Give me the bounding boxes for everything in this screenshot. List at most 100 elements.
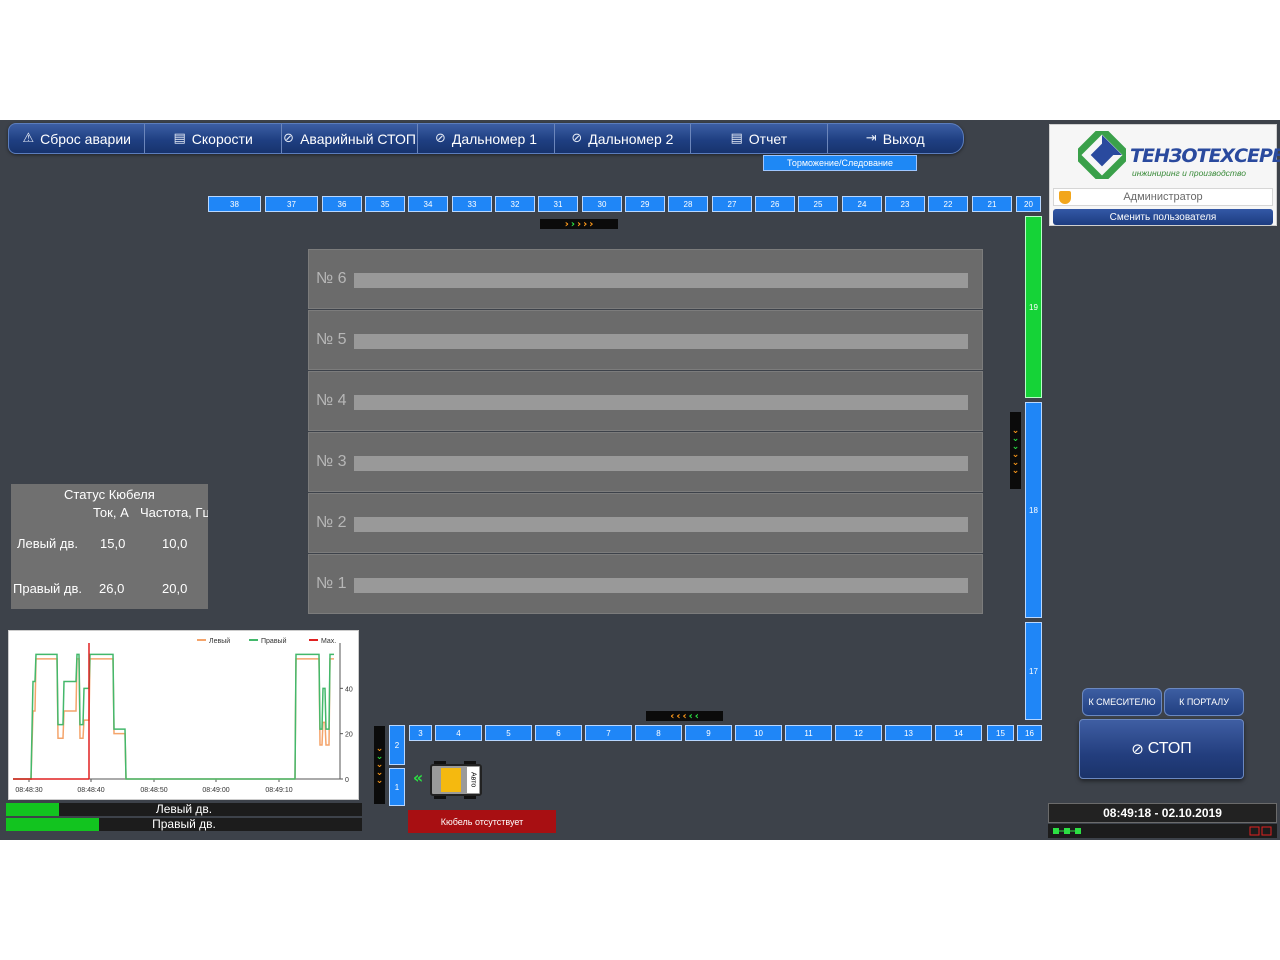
right-motor-bar: Правый дв. xyxy=(6,818,362,831)
track-segment-13[interactable]: 13 xyxy=(885,725,932,741)
chart-legend-label: Max. xyxy=(321,638,336,645)
right-motor-frequency: 20,0 xyxy=(162,581,188,596)
track-segment-30[interactable]: 30 xyxy=(582,196,622,212)
logo-panel: ТЕНЗОТЕХСЕРВИС инжиниринг и производство… xyxy=(1049,124,1280,226)
stop-label: СТОП xyxy=(1147,740,1192,757)
track-segment-14[interactable]: 14 xyxy=(935,725,982,741)
rangefinder-1-button[interactable]: ⊘ Дальномер 1 xyxy=(418,124,555,153)
track-segment-32[interactable]: 32 xyxy=(495,196,535,212)
track-segment-5[interactable]: 5 xyxy=(485,725,532,741)
track-segment-21[interactable]: 21 xyxy=(972,196,1012,212)
status-bar xyxy=(1048,824,1277,838)
track-segment-22[interactable]: 22 xyxy=(928,196,968,212)
track-segment-25[interactable]: 25 xyxy=(798,196,838,212)
track-segment-19[interactable]: 19 xyxy=(1025,216,1042,398)
track-segment-16[interactable]: 16 xyxy=(1017,725,1042,741)
track-segment-9[interactable]: 9 xyxy=(685,725,732,741)
rangefinder-2-button[interactable]: ⊘ Дальномер 2 xyxy=(555,124,692,153)
track-segment-6[interactable]: 6 xyxy=(535,725,582,741)
speeds-button[interactable]: ▤ Скорости xyxy=(145,124,282,153)
storage-cell[interactable]: № 6 xyxy=(308,249,983,309)
track-segment-8[interactable]: 8 xyxy=(635,725,682,741)
kubel-absent-status: Кюбель отсутствует xyxy=(408,810,556,833)
track-segment-20[interactable]: 20 xyxy=(1016,196,1041,212)
track-segment-18[interactable]: 18 xyxy=(1025,402,1042,618)
track-segment-35[interactable]: 35 xyxy=(365,196,405,212)
storage-cell[interactable]: № 3 xyxy=(308,432,983,492)
exit-button[interactable]: ⇥ Выход xyxy=(828,124,963,153)
cell-fill-bar xyxy=(354,334,968,349)
track-segment-37[interactable]: 37 xyxy=(265,196,318,212)
track-segment-33[interactable]: 33 xyxy=(452,196,492,212)
warning-icon: ⚠ xyxy=(22,131,35,146)
track-segment-1[interactable]: 1 xyxy=(389,768,405,806)
cell-fill-bar xyxy=(354,517,968,532)
emergency-stop-button[interactable]: ⊘ Аварийный СТОП xyxy=(282,124,419,153)
logo-subtitle: инжиниринг и производство xyxy=(1132,168,1246,178)
right-direction-arrows: ⌄ ⌄ ⌄ ⌄ ⌄ ⌄ xyxy=(1010,412,1021,489)
track-segment-28[interactable]: 28 xyxy=(668,196,708,212)
exit-label: Выход xyxy=(882,130,925,147)
cell-fill-bar xyxy=(354,395,968,410)
user-name: Администратор xyxy=(1123,191,1203,203)
left-motor-current: 15,0 xyxy=(100,536,126,551)
track-segment-3[interactable]: 3 xyxy=(409,725,432,741)
track-segment-11[interactable]: 11 xyxy=(785,725,832,741)
track-segment-10[interactable]: 10 xyxy=(735,725,782,741)
reset-alarm-label: Сброс аварии xyxy=(40,130,131,147)
left-direction-arrows: ⌄ ⌄ ⌄ ⌄ ⌄ xyxy=(374,726,385,804)
track-segment-17[interactable]: 17 xyxy=(1025,622,1042,720)
track-segment-23[interactable]: 23 xyxy=(885,196,925,212)
alarm-icon xyxy=(1249,826,1272,836)
track-segment-36[interactable]: 36 xyxy=(322,196,362,212)
track-segment-2[interactable]: 2 xyxy=(389,725,405,765)
stop-icon: ⊘ xyxy=(1131,740,1144,758)
track-segment-29[interactable]: 29 xyxy=(625,196,665,212)
cart[interactable]: Авто xyxy=(430,761,482,799)
speeds-label: Скорости xyxy=(191,130,253,147)
track-segment-15[interactable]: 15 xyxy=(987,725,1014,741)
motor-chart: 0 20 40 08:48:30 08:48:40 08:48:50 08:49:00 08:… xyxy=(8,630,359,800)
logo-title: ТЕНЗОТЕХСЕРВИС xyxy=(1130,145,1280,167)
brake-follow-button[interactable]: Торможение/Следование xyxy=(763,155,917,171)
track-segment-12[interactable]: 12 xyxy=(835,725,882,741)
datetime-display: 08:49:18 - 02.10.2019 xyxy=(1048,803,1277,823)
to-portal-button[interactable]: К ПОРТАЛУ xyxy=(1164,688,1244,716)
cell-label: № 3 xyxy=(316,453,347,470)
track-segment-31[interactable]: 31 xyxy=(538,196,578,212)
cell-label: № 4 xyxy=(316,392,347,409)
chart-y-tick-label: 0 xyxy=(345,777,349,784)
scada-screen: ⚠ Сброс аварии ▤ Скорости ⊘ Аварийный СТОП … xyxy=(0,120,1280,840)
storage-cell[interactable]: № 1 xyxy=(308,554,983,614)
reset-alarm-button[interactable]: ⚠ Сброс аварии xyxy=(9,124,146,153)
to-mixer-button[interactable]: К СМЕСИТЕЛЮ xyxy=(1082,688,1162,716)
chart-x-tick-label: 08:49:00 xyxy=(202,787,229,794)
cell-label: № 5 xyxy=(316,331,347,348)
track-segment-4[interactable]: 4 xyxy=(435,725,482,741)
chart-svg: 0 20 40 08:48:30 08:48:40 08:48:50 08:49:00 08:… xyxy=(13,637,353,794)
track-segment-26[interactable]: 26 xyxy=(755,196,795,212)
track-segment-24[interactable]: 24 xyxy=(842,196,882,212)
report-button[interactable]: ▤ Отчет xyxy=(691,124,828,153)
stop-button[interactable]: ⊘ СТОП xyxy=(1079,719,1244,779)
chart-legend-label: Левый xyxy=(209,637,230,645)
emergency-stop-label: Аварийный СТОП xyxy=(300,130,416,147)
storage-cell[interactable]: № 5 xyxy=(308,310,983,370)
track-segment-34[interactable]: 34 xyxy=(408,196,448,212)
switch-user-button[interactable]: Сменить пользователя xyxy=(1053,209,1273,225)
chart-x-tick-label: 08:49:10 xyxy=(265,787,292,794)
chart-y-tick-label: 20 xyxy=(345,732,353,739)
cell-label: № 1 xyxy=(316,575,347,592)
storage-cell[interactable]: № 2 xyxy=(308,493,983,553)
storage-cell[interactable]: № 4 xyxy=(308,371,983,431)
stop-icon: ⊘ xyxy=(434,131,446,146)
kubel-status-panel: Статус Кюбеля Ток, А Частота, Гц Левый д… xyxy=(11,484,208,609)
track-segment-27[interactable]: 27 xyxy=(712,196,752,212)
exit-icon: ⇥ xyxy=(865,131,877,146)
table-icon: ▤ xyxy=(730,131,743,146)
stop-icon: ⊘ xyxy=(283,131,295,146)
bottom-direction-arrows: ‹ ‹ ‹ ‹ ‹ xyxy=(646,711,723,722)
chart-x-tick-label: 08:48:40 xyxy=(77,787,104,794)
track-segment-7[interactable]: 7 xyxy=(585,725,632,741)
track-segment-38[interactable]: 38 xyxy=(208,196,261,212)
